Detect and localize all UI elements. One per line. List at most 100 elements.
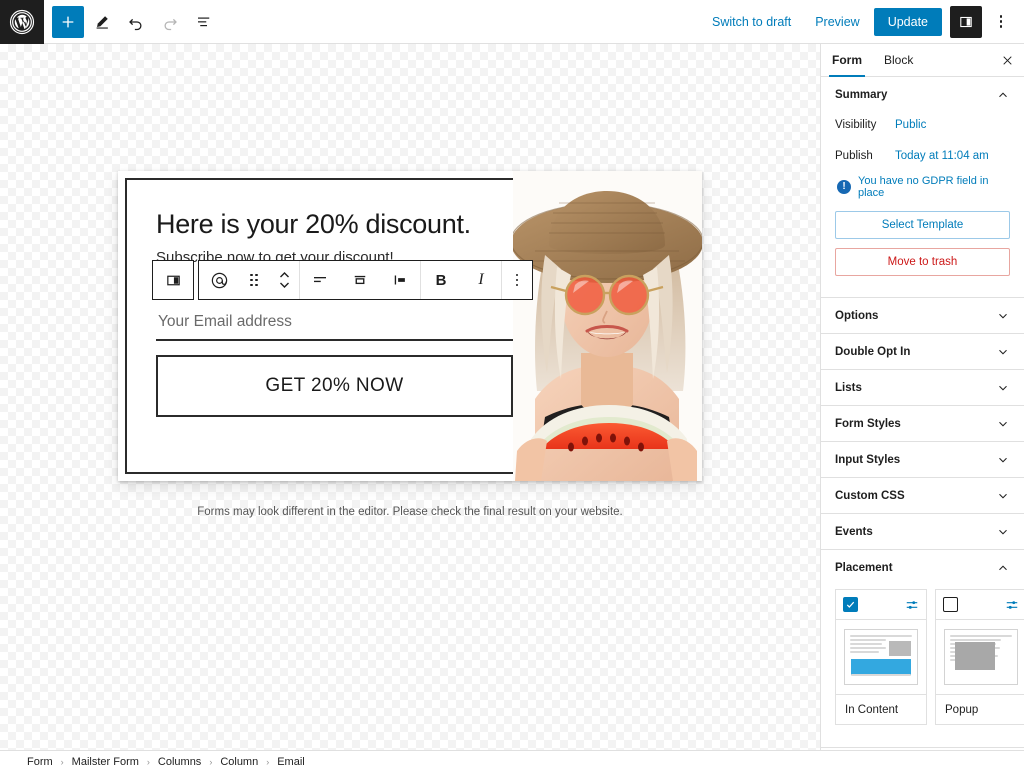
breadcrumb-item-columns[interactable]: Columns [155, 755, 204, 769]
column-left[interactable]: Here is your 20% discount. Subscribe now… [118, 171, 513, 481]
more-options-button[interactable] [502, 261, 532, 299]
chevron-up-icon [996, 88, 1010, 102]
editor-canvas[interactable]: Here is your 20% discount. Subscribe now… [0, 44, 820, 750]
chevron-down-icon [996, 417, 1010, 431]
column-right[interactable] [513, 171, 702, 481]
panel-summary-title: Summary [835, 89, 887, 101]
vertical-ellipsis-icon [516, 274, 519, 287]
edit-tool-button[interactable] [86, 6, 118, 38]
in-content-thumb-box [844, 629, 918, 685]
mailster-form-block[interactable]: Here is your 20% discount. Subscribe now… [118, 171, 702, 481]
breadcrumb-item-form[interactable]: Form [24, 755, 56, 769]
chevron-down-icon [996, 489, 1010, 503]
select-template-button[interactable]: Select Template [835, 211, 1010, 239]
panel-double-opt-in: Double Opt In [821, 334, 1024, 370]
email-field-wrapper [156, 311, 513, 341]
bold-button[interactable]: B [421, 261, 461, 299]
align-left-icon[interactable] [300, 261, 340, 299]
panel-input-styles-header[interactable]: Input Styles [821, 442, 1024, 477]
close-icon[interactable] [990, 44, 1024, 76]
submit-button[interactable]: GET 20% NOW [156, 355, 513, 417]
panel-placement-header[interactable]: Placement [821, 550, 1024, 585]
breadcrumb-separator: › [266, 757, 269, 767]
editor-body: Here is your 20% discount. Subscribe now… [0, 44, 1024, 750]
panel-summary-header[interactable]: Summary [821, 77, 1024, 112]
panel-lists-header[interactable]: Lists [821, 370, 1024, 405]
chevron-down-icon [996, 453, 1010, 467]
at-sign-icon[interactable] [199, 261, 239, 299]
block-toolbar: B I [152, 260, 533, 300]
gdpr-notice-text: You have no GDPR field in place [858, 175, 1010, 199]
panel-custom-css-title: Custom CSS [835, 490, 905, 502]
in-content-settings-icon[interactable] [905, 598, 919, 612]
columns-block-icon[interactable] [153, 261, 193, 299]
sidebar-scroll[interactable]: Summary Visibility Public Publish Today … [821, 77, 1024, 750]
top-bar-actions: Switch to draft Preview Update [702, 6, 1024, 38]
tab-form[interactable]: Form [821, 44, 873, 76]
editor-top-bar: Switch to draft Preview Update [0, 0, 1024, 44]
panel-options-header[interactable]: Options [821, 298, 1024, 333]
switch-to-draft-button[interactable]: Switch to draft [702, 9, 801, 35]
breadcrumb-item-email[interactable]: Email [274, 755, 308, 769]
panel-form-styles-header[interactable]: Form Styles [821, 406, 1024, 441]
panel-placement-title: Placement [835, 562, 893, 574]
publish-row: Publish Today at 11:04 am [835, 143, 1010, 169]
in-content-checkbox[interactable] [843, 597, 858, 612]
placement-cards: In Content [835, 585, 1010, 735]
wordpress-logo-icon[interactable] [0, 0, 44, 44]
hero-photo [513, 171, 702, 481]
visibility-value-button[interactable]: Public [891, 117, 930, 133]
text-position-icon[interactable] [380, 261, 420, 299]
editor-helper-note: Forms may look different in the editor. … [0, 506, 820, 518]
settings-sidebar-toggle[interactable] [950, 6, 982, 38]
breadcrumb-separator: › [209, 757, 212, 767]
panel-form-styles: Form Styles [821, 406, 1024, 442]
move-to-trash-button[interactable]: Move to trash [835, 248, 1010, 276]
add-block-button[interactable] [52, 6, 84, 38]
panel-events-header[interactable]: Events [821, 514, 1024, 549]
form-headline[interactable]: Here is your 20% discount. [156, 209, 513, 241]
sidebar-tabs: Form Block [821, 44, 1024, 77]
update-button[interactable]: Update [874, 8, 942, 36]
info-icon: ! [837, 180, 851, 194]
vertical-ellipsis-icon [1000, 15, 1003, 28]
move-updown-button[interactable] [269, 261, 299, 299]
chevron-down-icon [996, 345, 1010, 359]
breadcrumb-item-mailster-form[interactable]: Mailster Form [69, 755, 142, 769]
block-tools-group: B I [198, 260, 533, 300]
panel-custom-css-header[interactable]: Custom CSS [821, 478, 1024, 513]
panel-options: Options [821, 298, 1024, 334]
vertical-align-icon[interactable] [340, 261, 380, 299]
revisions-button[interactable]: 2 Revisions [821, 748, 1024, 750]
popup-checkbox[interactable] [943, 597, 958, 612]
panel-placement: Placement [821, 550, 1024, 748]
panel-input-styles: Input Styles [821, 442, 1024, 478]
redo-button[interactable] [154, 6, 186, 38]
breadcrumb-separator: › [147, 757, 150, 767]
panel-events: Events [821, 514, 1024, 550]
panel-options-title: Options [835, 310, 878, 322]
chevron-down-icon [996, 525, 1010, 539]
placement-card-popup[interactable]: Popup [935, 589, 1024, 725]
list-view-button[interactable] [188, 6, 220, 38]
drag-handle[interactable] [239, 261, 269, 299]
preview-button[interactable]: Preview [805, 9, 869, 35]
publish-date-button[interactable]: Today at 11:04 am [891, 148, 993, 164]
panel-double-opt-in-header[interactable]: Double Opt In [821, 334, 1024, 369]
italic-button[interactable]: I [461, 261, 501, 299]
panel-lists: Lists [821, 370, 1024, 406]
panel-input-styles-title: Input Styles [835, 454, 900, 466]
email-input[interactable] [156, 311, 513, 341]
editor-options-button[interactable] [986, 6, 1016, 38]
parent-block-group [152, 260, 194, 300]
placement-card-in-content[interactable]: In Content [835, 589, 927, 725]
popup-label: Popup [936, 694, 1024, 724]
panel-events-title: Events [835, 526, 873, 538]
visibility-row: Visibility Public [835, 112, 1010, 138]
columns-block: Here is your 20% discount. Subscribe now… [118, 171, 702, 481]
in-content-thumb [836, 620, 926, 694]
tab-block[interactable]: Block [873, 44, 924, 76]
undo-button[interactable] [120, 6, 152, 38]
breadcrumb-item-column[interactable]: Column [217, 755, 261, 769]
popup-settings-icon[interactable] [1005, 598, 1019, 612]
